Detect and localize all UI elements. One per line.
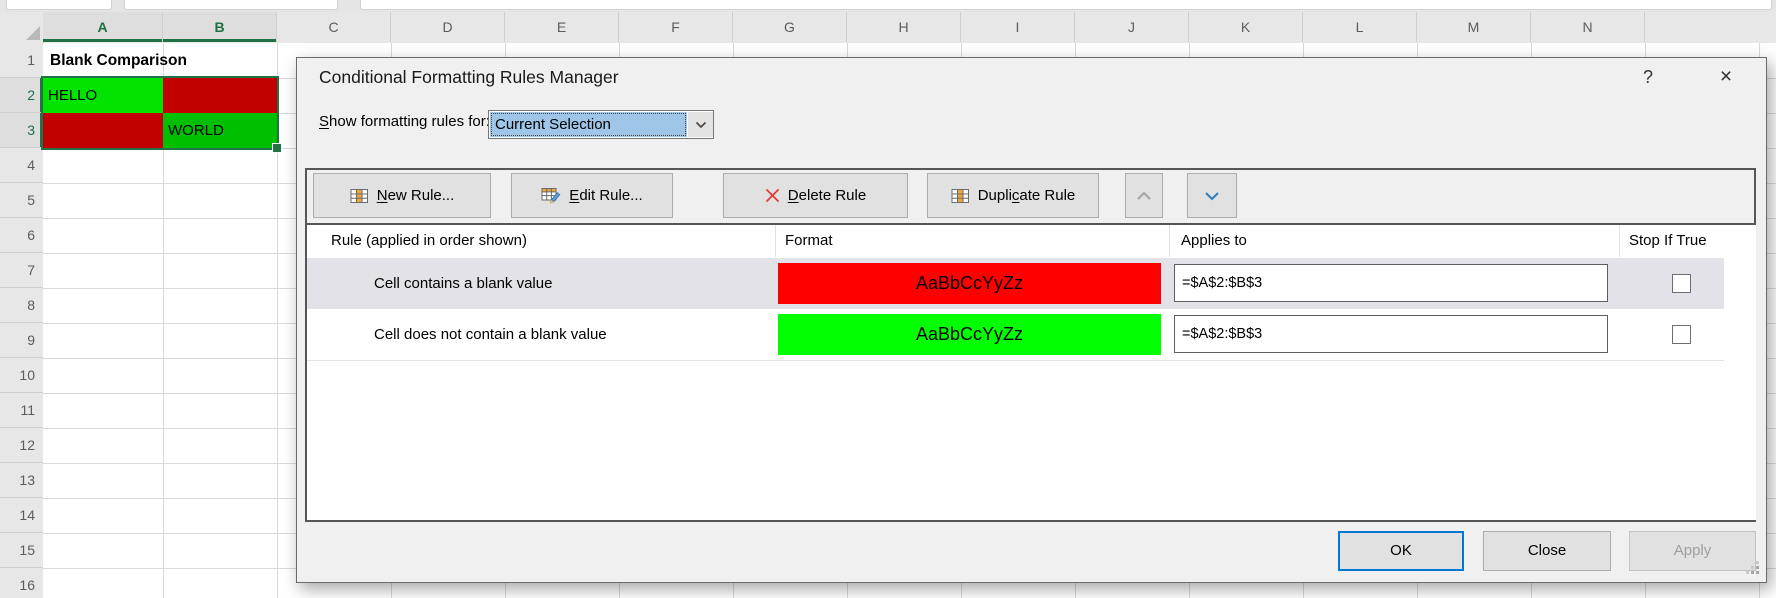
- move-rule-down-button[interactable]: [1187, 173, 1237, 218]
- applies-to-input[interactable]: =$A$2:$B$3: [1174, 264, 1608, 302]
- red-x-icon: [765, 188, 780, 203]
- close-icon[interactable]: ×: [1709, 62, 1743, 92]
- header-separator: [775, 225, 776, 257]
- select-all-triangle-icon: [26, 26, 40, 40]
- column-header-K[interactable]: K: [1189, 12, 1303, 42]
- show-rules-label-accel: S: [319, 113, 329, 130]
- chevron-down-icon: [1204, 191, 1220, 201]
- header-separator: [1619, 225, 1620, 257]
- ok-button[interactable]: OK: [1338, 531, 1464, 571]
- row-header-13[interactable]: 13: [0, 463, 43, 498]
- show-rules-combobox-value[interactable]: Current Selection: [490, 112, 687, 137]
- column-header-F[interactable]: F: [619, 12, 733, 42]
- column-header-H[interactable]: H: [847, 12, 961, 42]
- delete-rule-label: Delete Rule: [788, 187, 866, 204]
- row-header-15[interactable]: 15: [0, 533, 43, 568]
- column-header-N[interactable]: N: [1531, 12, 1645, 42]
- rule-row-2[interactable]: Cell does not contain a blank value AaBb…: [307, 309, 1724, 361]
- list-header-format: Format: [785, 232, 833, 249]
- resize-grip[interactable]: [1745, 560, 1761, 576]
- name-box[interactable]: [6, 0, 112, 10]
- row-header-6[interactable]: 6: [0, 218, 43, 253]
- rule-name: Cell does not contain a blank value: [374, 309, 607, 360]
- row-header-8[interactable]: 8: [0, 288, 43, 323]
- row-header-12[interactable]: 12: [0, 428, 43, 463]
- show-rules-label: Show formatting rules for:: [319, 113, 490, 130]
- edit-rule-label: Edit Rule...: [569, 187, 642, 204]
- table-grid-icon: [951, 188, 970, 204]
- rules-list: Rule (applied in order shown) Format App…: [307, 223, 1756, 520]
- applies-to-input[interactable]: =$A$2:$B$3: [1174, 315, 1608, 353]
- table-grid-icon: [350, 188, 369, 204]
- list-header-rule: Rule (applied in order shown): [331, 232, 527, 249]
- row-header-9[interactable]: 9: [0, 323, 43, 358]
- delete-rule-button[interactable]: Delete Rule: [723, 173, 908, 218]
- show-rules-combobox[interactable]: Current Selection: [488, 110, 714, 139]
- formula-buttons: [124, 0, 338, 10]
- formula-bar[interactable]: [360, 0, 1772, 10]
- select-all-corner[interactable]: [0, 12, 44, 43]
- row-header-10[interactable]: 10: [0, 358, 43, 393]
- column-header-J[interactable]: J: [1075, 12, 1189, 42]
- excel-window: ABCDEFGHIJKLMN 12345678910111213141516 B…: [0, 0, 1776, 598]
- rule-format-preview: AaBbCcYyZz: [778, 263, 1161, 304]
- duplicate-rule-button[interactable]: Duplicate Rule: [927, 173, 1099, 218]
- column-header-M[interactable]: M: [1417, 12, 1531, 42]
- rule-row-1[interactable]: Cell contains a blank value AaBbCcYyZz =…: [307, 258, 1724, 309]
- rule-format-preview: AaBbCcYyZz: [778, 314, 1161, 355]
- column-header-A[interactable]: A: [43, 12, 163, 42]
- row-header-7[interactable]: 7: [0, 253, 43, 288]
- close-button[interactable]: Close: [1483, 531, 1611, 571]
- rule-name: Cell contains a blank value: [374, 258, 552, 309]
- row-header-11[interactable]: 11: [0, 393, 43, 428]
- combobox-dropdown-button[interactable]: [688, 112, 713, 137]
- column-header-I[interactable]: I: [961, 12, 1075, 42]
- list-header-stop-if-true: Stop If True: [1629, 232, 1707, 249]
- column-header-D[interactable]: D: [391, 12, 505, 42]
- selection-border: [41, 76, 279, 150]
- row-header-4[interactable]: 4: [0, 148, 43, 183]
- dialog-title: Conditional Formatting Rules Manager: [319, 67, 619, 88]
- column-header-E[interactable]: E: [505, 12, 619, 42]
- show-rules-label-rest: how formatting rules for:: [329, 113, 490, 130]
- list-header-applies-to: Applies to: [1181, 232, 1247, 249]
- duplicate-rule-label: Duplicate Rule: [978, 187, 1076, 204]
- row-header-5[interactable]: 5: [0, 183, 43, 218]
- column-header-G[interactable]: G: [733, 12, 847, 42]
- move-rule-up-button[interactable]: [1125, 173, 1163, 218]
- column-header-B[interactable]: B: [163, 12, 277, 42]
- resize-grip-icon: [1745, 560, 1761, 576]
- row-header-1[interactable]: 1: [0, 43, 43, 78]
- row-header-14[interactable]: 14: [0, 498, 43, 533]
- new-rule-button[interactable]: New Rule...: [313, 173, 491, 218]
- column-header-C[interactable]: C: [277, 12, 391, 42]
- new-rule-label: New Rule...: [377, 187, 455, 204]
- column-header-L[interactable]: L: [1303, 12, 1417, 42]
- row-header-2[interactable]: 2: [0, 78, 43, 113]
- stop-if-true-checkbox[interactable]: [1672, 274, 1691, 293]
- formula-bar-strip: [0, 0, 1776, 12]
- chevron-down-icon: [695, 121, 707, 129]
- chevron-up-icon: [1136, 191, 1152, 201]
- stop-if-true-checkbox[interactable]: [1672, 325, 1691, 344]
- conditional-formatting-rules-manager-dialog: Conditional Formatting Rules Manager ? ×…: [296, 57, 1767, 583]
- help-icon[interactable]: ?: [1631, 62, 1665, 92]
- header-separator: [1169, 225, 1170, 257]
- row-header-3[interactable]: 3: [0, 113, 43, 148]
- row-header-16[interactable]: 16: [0, 568, 43, 598]
- selection-fill-handle[interactable]: [272, 143, 282, 153]
- apply-button[interactable]: Apply: [1629, 531, 1756, 571]
- edit-rule-button[interactable]: Edit Rule...: [511, 173, 673, 218]
- table-grid-pencil-icon: [541, 187, 561, 204]
